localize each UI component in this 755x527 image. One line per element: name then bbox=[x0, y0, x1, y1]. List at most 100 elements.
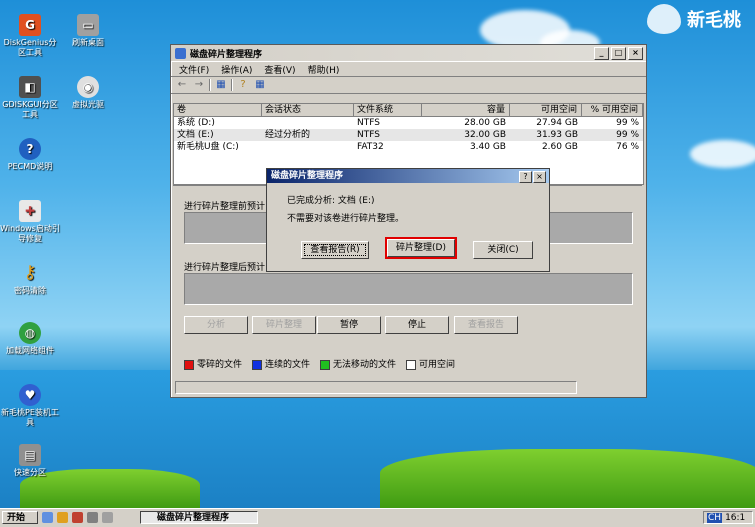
after-label: 进行碎片整理后预计 bbox=[184, 263, 266, 273]
menu-file[interactable]: 文件(F) bbox=[174, 62, 214, 76]
folder-icon[interactable] bbox=[57, 512, 68, 523]
blue-swatch bbox=[252, 359, 263, 370]
back-arrow-icon[interactable]: ← bbox=[175, 79, 189, 91]
free-space: 27.94 GB bbox=[536, 118, 578, 128]
toolbar-divider bbox=[231, 79, 233, 91]
desktop-icon-installer[interactable]: ♥ 新毛桃PE装机工具 bbox=[0, 384, 60, 428]
window-titlebar[interactable]: 磁盘碎片整理程序 _ □ × bbox=[171, 45, 646, 61]
desktop-icon-boot-repair[interactable]: ✚ Windows启动引导修复 bbox=[0, 200, 60, 244]
volume-name: 文档 (E:) bbox=[177, 130, 214, 140]
desktop-icon-gdisk[interactable]: ◧ GDISKGUI分区工具 bbox=[0, 76, 60, 120]
minimize-button[interactable]: _ bbox=[594, 47, 609, 60]
column-header[interactable]: 容量 bbox=[422, 104, 510, 116]
free-percent: 99 % bbox=[616, 118, 639, 128]
taskbar: 开始 磁盘碎片整理程序 CH 16:1 bbox=[0, 508, 755, 527]
eraser-icon[interactable] bbox=[102, 512, 113, 523]
disk-icon: G bbox=[19, 14, 41, 36]
desktop-icon-label: 刷新桌面 bbox=[72, 38, 104, 47]
menu-bar: 文件(F) 操作(A) 查看(V) 帮助(H) bbox=[171, 61, 646, 77]
desktop-icon-label: 加载网络组件 bbox=[6, 346, 54, 355]
capacity: 3.40 GB bbox=[469, 142, 506, 152]
session-status bbox=[262, 117, 354, 129]
desktop-icon-virtual-cd[interactable]: ◉ 虚拟光驱 bbox=[58, 76, 118, 110]
legend-label: 可用空间 bbox=[419, 360, 456, 370]
table-row[interactable]: 文档 (E:) 经过分析的 NTFS 32.00 GB 31.93 GB 99 … bbox=[174, 129, 643, 141]
column-header[interactable]: 会话状态 bbox=[262, 104, 354, 116]
help-topics-icon[interactable]: ? bbox=[236, 79, 250, 91]
gdisk-icon: ◧ bbox=[19, 76, 41, 98]
menu-help[interactable]: 帮助(H) bbox=[303, 62, 345, 76]
properties-icon[interactable]: ▦ bbox=[253, 79, 267, 91]
column-header[interactable]: 文件系统 bbox=[354, 104, 422, 116]
console-tree-icon[interactable]: ▦ bbox=[214, 79, 228, 91]
legend-item: 可用空间 bbox=[406, 357, 455, 370]
analyze-button[interactable]: 分析 bbox=[184, 316, 248, 334]
dialog-close-action-button[interactable]: 关闭(C) bbox=[473, 241, 533, 259]
view-report-button[interactable]: 查看报告 bbox=[454, 316, 518, 334]
desktop-icon-diskgenius[interactable]: G DiskGenius分区工具 bbox=[0, 14, 60, 58]
maximize-button[interactable]: □ bbox=[611, 47, 626, 60]
printer-icon: ▭ bbox=[77, 14, 99, 36]
explorer-icon[interactable] bbox=[42, 512, 53, 523]
desktop-icon-refresh[interactable]: ▭ 刷新桌面 bbox=[58, 14, 118, 48]
partition-icon: ▤ bbox=[19, 444, 41, 466]
forward-arrow-icon[interactable]: → bbox=[192, 79, 206, 91]
input-method[interactable]: CH bbox=[707, 512, 723, 523]
dialog-close-button[interactable]: × bbox=[533, 171, 546, 183]
capacity: 28.00 GB bbox=[464, 118, 506, 128]
column-header[interactable]: % 可用空间 bbox=[582, 104, 643, 116]
toolbox-icon: ✚ bbox=[19, 200, 41, 222]
analysis-complete-dialog: 磁盘碎片整理程序 ? × 已完成分析: 文档 (E:) 不需要对该卷进行碎片整理… bbox=[266, 168, 550, 272]
red-swatch bbox=[184, 359, 194, 370]
desktop-icon-network[interactable]: ◍ 加载网络组件 bbox=[0, 322, 60, 356]
brand-logo: 新毛桃 bbox=[647, 4, 741, 34]
tool-icon[interactable] bbox=[72, 512, 83, 523]
legend-label: 零碎的文件 bbox=[197, 360, 243, 370]
column-header[interactable]: 卷 bbox=[174, 104, 262, 116]
monitor-icon[interactable] bbox=[87, 512, 98, 523]
table-row[interactable]: 新毛桃U盘 (C:) FAT32 3.40 GB 2.60 GB 76 % bbox=[174, 141, 643, 153]
quick-launch bbox=[42, 512, 113, 523]
cd-icon: ◉ bbox=[77, 76, 99, 98]
dialog-defrag-button[interactable]: 碎片整理(D) bbox=[387, 239, 455, 257]
heart-icon bbox=[647, 4, 681, 34]
taskbar-item-defrag[interactable]: 磁盘碎片整理程序 bbox=[140, 511, 258, 524]
session-status: 经过分析的 bbox=[265, 130, 311, 140]
free-percent: 99 % bbox=[616, 130, 639, 140]
dialog-help-button[interactable]: ? bbox=[519, 171, 532, 183]
globe-icon: ◍ bbox=[19, 322, 41, 344]
desktop-icon-label: DiskGenius分区工具 bbox=[3, 38, 57, 57]
close-button[interactable]: × bbox=[628, 47, 643, 60]
legend-label: 无法移动的文件 bbox=[333, 360, 397, 370]
desktop-icon-quick-partition[interactable]: ▤ 快速分区 bbox=[0, 444, 60, 478]
table-row[interactable]: 系统 (D:) NTFS 28.00 GB 27.94 GB 99 % bbox=[174, 117, 643, 129]
desktop-icon-label: PECMD说明 bbox=[7, 162, 53, 171]
dialog-title: 磁盘碎片整理程序 bbox=[271, 171, 344, 181]
after-defrag-display bbox=[184, 273, 633, 305]
stop-button[interactable]: 停止 bbox=[385, 316, 449, 334]
desktop-icon-label: 快速分区 bbox=[14, 468, 46, 477]
cloud bbox=[690, 140, 755, 168]
menu-action[interactable]: 操作(A) bbox=[216, 62, 257, 76]
pause-button[interactable]: 暂停 bbox=[317, 316, 381, 334]
desktop-icon-pecmd[interactable]: ? PECMD说明 bbox=[0, 138, 60, 172]
defrag-button[interactable]: 碎片整理 bbox=[252, 316, 316, 334]
free-percent: 76 % bbox=[616, 142, 639, 152]
column-header[interactable]: 可用空间 bbox=[510, 104, 582, 116]
menu-view[interactable]: 查看(V) bbox=[259, 62, 300, 76]
start-button[interactable]: 开始 bbox=[2, 511, 38, 524]
desktop-icon-password[interactable]: ⚷ 密码清除 bbox=[0, 262, 60, 296]
help-icon: ? bbox=[19, 138, 41, 160]
dialog-titlebar[interactable]: 磁盘碎片整理程序 bbox=[267, 169, 549, 183]
defrag-app-icon bbox=[175, 47, 186, 59]
legend-item: 零碎的文件 bbox=[184, 357, 242, 370]
clock[interactable]: 16:1 bbox=[725, 513, 745, 523]
list-header: 卷 会话状态 文件系统 容量 可用空间 % 可用空间 bbox=[174, 104, 643, 117]
white-swatch bbox=[406, 359, 417, 370]
status-bar bbox=[175, 381, 577, 394]
green-swatch bbox=[320, 359, 331, 370]
file-system: FAT32 bbox=[357, 142, 384, 152]
dialog-view-report-button[interactable]: 查看报告(R) bbox=[301, 241, 369, 259]
desktop-icon-label: Windows启动引导修复 bbox=[0, 224, 60, 243]
grass-decoration bbox=[380, 449, 755, 509]
